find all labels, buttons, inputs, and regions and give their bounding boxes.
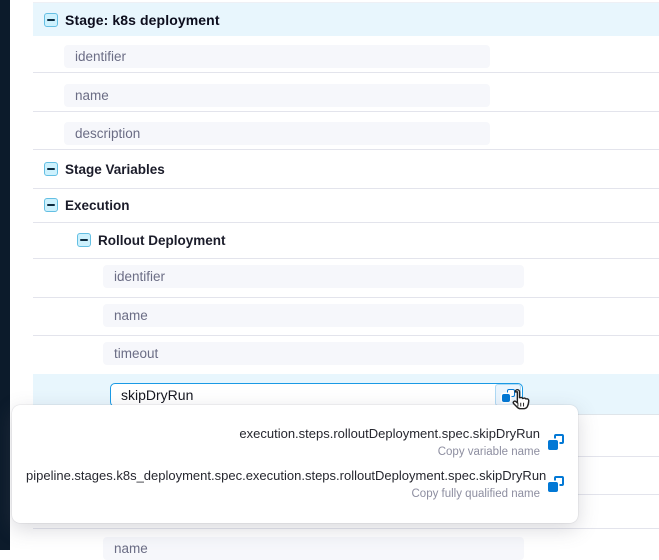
- popover-entry-variable-name[interactable]: execution.steps.rolloutDeployment.spec.s…: [26, 425, 572, 459]
- skipdryrun-input[interactable]: skipDryRun: [110, 383, 523, 407]
- copy-variable-name-button[interactable]: [540, 434, 572, 450]
- stage-name-field[interactable]: name: [64, 84, 490, 107]
- fully-qualified-path: pipeline.stages.k8s_deployment.spec.exec…: [26, 467, 540, 484]
- copy-icon: [548, 476, 564, 492]
- execution-label: Execution: [65, 198, 130, 213]
- popover-entry-fully-qualified-name[interactable]: pipeline.stages.k8s_deployment.spec.exec…: [26, 467, 572, 501]
- stage-description-field[interactable]: description: [64, 122, 490, 145]
- tree-row-execution[interactable]: Execution: [33, 188, 659, 222]
- stage-identifier-field[interactable]: identifier: [64, 45, 490, 68]
- row-divider: [33, 297, 659, 298]
- next-step-name-field[interactable]: name: [103, 537, 524, 560]
- tree-row-rollout-deployment[interactable]: Rollout Deployment: [33, 222, 659, 258]
- copy-variable-popover: execution.steps.rolloutDeployment.spec.s…: [12, 405, 578, 523]
- pointer-hand-cursor: [506, 387, 532, 413]
- row-divider: [33, 72, 659, 73]
- row-divider: [33, 335, 659, 336]
- row-divider: [33, 528, 659, 529]
- tree-row-stage-variables[interactable]: Stage Variables: [33, 150, 659, 188]
- collapse-minus-icon[interactable]: [44, 198, 58, 212]
- skipdryrun-value: skipDryRun: [111, 385, 495, 405]
- row-divider: [33, 258, 659, 259]
- step-name-field[interactable]: name: [103, 304, 524, 327]
- tree-row-stage-header[interactable]: Stage: k8s deployment: [33, 2, 659, 36]
- copy-variable-name-caption: Copy variable name: [26, 445, 540, 459]
- window-edge: [0, 0, 10, 550]
- step-timeout-field[interactable]: timeout: [103, 342, 524, 365]
- stage-header-label: Stage: k8s deployment: [65, 12, 220, 28]
- variable-name-path: execution.steps.rolloutDeployment.spec.s…: [26, 425, 540, 442]
- copy-fully-qualified-button[interactable]: [540, 476, 572, 492]
- copy-fully-qualified-caption: Copy fully qualified name: [26, 487, 540, 501]
- popover-entry-text: pipeline.stages.k8s_deployment.spec.exec…: [26, 467, 540, 501]
- popover-entry-text: execution.steps.rolloutDeployment.spec.s…: [26, 425, 540, 459]
- rollout-deployment-label: Rollout Deployment: [98, 233, 226, 248]
- stage-variables-label: Stage Variables: [65, 162, 165, 177]
- collapse-minus-icon[interactable]: [44, 13, 58, 27]
- step-identifier-field[interactable]: identifier: [103, 265, 524, 288]
- collapse-minus-icon[interactable]: [44, 162, 58, 176]
- copy-icon: [548, 434, 564, 450]
- collapse-minus-icon[interactable]: [77, 233, 91, 247]
- row-divider: [33, 111, 659, 112]
